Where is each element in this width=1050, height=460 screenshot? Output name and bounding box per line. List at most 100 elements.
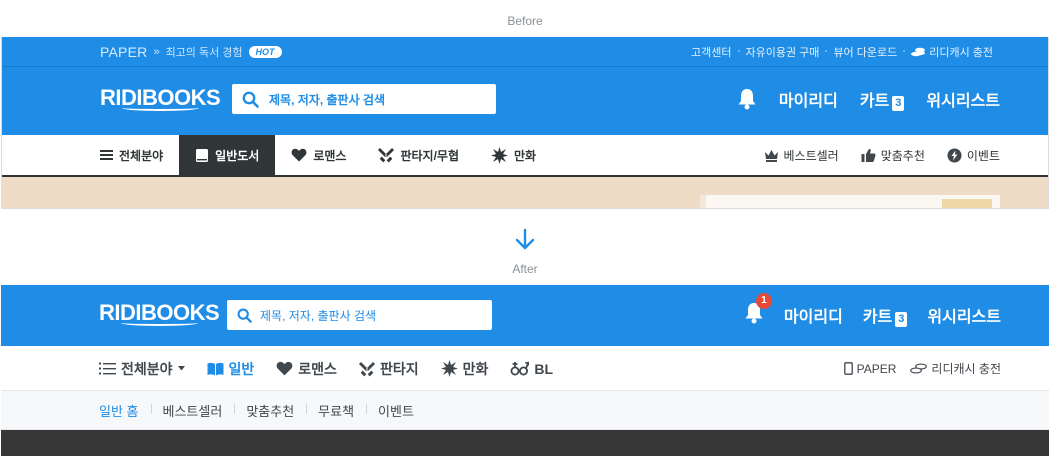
cart-link[interactable]: 카트 3: [863, 303, 908, 327]
lightning-icon: [947, 148, 962, 162]
chevron-icon: »: [153, 46, 160, 58]
tab-comics[interactable]: 만화: [440, 359, 489, 379]
recommend-link[interactable]: 맞춤추천: [861, 147, 925, 164]
before-caption: Before: [507, 14, 543, 28]
notification-count-badge: 1: [755, 292, 772, 309]
header: RIDIBOOKS 제목, 저자, 출판사 검색 1 마이리디 카트 3 위시리스…: [1, 285, 1049, 346]
tab-all-categories[interactable]: 전체분야: [100, 135, 179, 175]
recommend-label: 맞춤추천: [880, 148, 925, 163]
coins-icon: [911, 47, 926, 57]
ridibooks-logo[interactable]: RIDIBOOKS: [99, 300, 220, 326]
burst-icon: [440, 360, 458, 377]
tab-fantasy[interactable]: 판타지: [358, 359, 419, 379]
cash-charge-link[interactable]: 리디캐시 충전: [903, 44, 1000, 60]
paper-link[interactable]: PAPER: [843, 361, 897, 376]
wishlist-link[interactable]: 위시리스트: [926, 87, 1000, 111]
paper-label: PAPER: [856, 361, 897, 376]
tab-romance[interactable]: 로맨스: [276, 359, 337, 379]
search-input[interactable]: 제목, 저자, 출판사 검색: [227, 300, 492, 330]
cart-label: 카트: [859, 93, 890, 110]
arrow-down-icon: [515, 228, 535, 250]
event-label: 이벤트: [966, 148, 1000, 163]
search-icon: [242, 91, 259, 108]
tagline[interactable]: 최고의 독서 경험: [166, 44, 243, 60]
tab-label: 로맨스: [298, 360, 337, 377]
my-ridi-link[interactable]: 마이리디: [784, 303, 843, 327]
sub-nav: 일반 홈 베스트셀러 맞춤추천 무료책 이벤트: [1, 391, 1049, 430]
cart-label: 카트: [862, 309, 893, 326]
paper-brand-link[interactable]: PAPER: [100, 44, 147, 60]
device-icon: [843, 362, 853, 375]
top-bar: PAPER » 최고의 독서 경험 HOT 고객센터 자유이용권 구매 뷰어 다…: [2, 37, 1048, 67]
viewer-download-link[interactable]: 뷰어 다운로드: [825, 44, 904, 60]
tab-all-categories[interactable]: 전체분야: [99, 359, 185, 379]
tab-general-books[interactable]: 일반도서: [179, 135, 276, 175]
cash-charge-label: 리디캐시 충전: [929, 47, 993, 59]
tab-label: 만화: [462, 360, 489, 377]
banner-thumbnail: [942, 199, 992, 208]
book-icon: [196, 148, 209, 162]
after-screenshot: RIDIBOOKS 제목, 저자, 출판사 검색 1 마이리디 카트 3 위시리스…: [1, 285, 1049, 456]
heart-icon: [291, 148, 307, 162]
crown-icon: [764, 149, 778, 162]
tab-label: 일반도서: [215, 148, 260, 163]
bestseller-link[interactable]: 베스트셀러: [764, 147, 839, 164]
tab-label: BL: [534, 360, 554, 377]
banner-card[interactable]: [700, 195, 1000, 208]
cash-charge-link[interactable]: 리디캐시 충전: [910, 360, 1001, 377]
header: RIDIBOOKS 제목, 저자, 출판사 검색 마이리디 카트 3 위시리스트: [2, 67, 1048, 135]
subnav-bestseller[interactable]: 베스트셀러: [150, 401, 235, 420]
before-screenshot: PAPER » 최고의 독서 경험 HOT 고객센터 자유이용권 구매 뷰어 다…: [1, 37, 1049, 209]
cash-charge-label: 리디캐시 충전: [931, 362, 1001, 376]
cart-count-badge: 3: [895, 312, 908, 327]
search-placeholder: 제목, 저자, 출판사 검색: [260, 308, 377, 323]
cart-link[interactable]: 카트 3: [860, 87, 905, 111]
tab-bl[interactable]: BL: [510, 361, 553, 377]
notification-button[interactable]: 1: [744, 292, 772, 329]
tab-label: 전체분야: [121, 360, 173, 377]
subnav-general-home[interactable]: 일반 홈: [99, 401, 151, 420]
tab-general[interactable]: 일반: [207, 359, 255, 379]
burst-icon: [491, 146, 509, 164]
open-book-icon: [207, 362, 224, 375]
subnav-recommend[interactable]: 맞춤추천: [234, 401, 306, 420]
tab-label: 로맨스: [313, 148, 347, 163]
tab-fantasy[interactable]: 판타지/무협: [362, 135, 475, 175]
tab-label: 일반: [228, 360, 255, 377]
subnav-event[interactable]: 이벤트: [366, 401, 426, 420]
swords-icon: [358, 361, 375, 376]
search-icon: [237, 308, 252, 323]
gender-icon: [510, 361, 530, 375]
tab-label: 만화: [514, 148, 537, 163]
tab-label: 판타지/무협: [400, 148, 460, 163]
coins-icon: [910, 363, 928, 374]
heart-icon: [276, 361, 293, 376]
tab-label: 판타지: [379, 360, 419, 377]
my-ridi-link[interactable]: 마이리디: [779, 87, 838, 111]
swords-icon: [378, 148, 395, 163]
tab-romance[interactable]: 로맨스: [275, 135, 362, 175]
event-link[interactable]: 이벤트: [947, 147, 1000, 164]
hot-badge: HOT: [248, 46, 282, 58]
banner-area: [2, 177, 1048, 208]
thumbs-up-icon: [861, 148, 876, 162]
tab-label: 전체분야: [119, 148, 164, 163]
list-icon: [99, 362, 116, 375]
customer-center-link[interactable]: 고객센터: [684, 44, 738, 60]
tab-comics[interactable]: 만화: [475, 135, 552, 175]
pass-purchase-link[interactable]: 자유이용권 구매: [737, 44, 827, 60]
category-nav: 전체분야 일반도서 로맨스 판타지/무협 만화 베스트셀러 맞춤추천 이벤트: [2, 135, 1048, 177]
search-placeholder: 제목, 저자, 출판사 검색: [269, 92, 386, 107]
cart-count-badge: 3: [892, 96, 905, 111]
caret-down-icon: [177, 366, 185, 371]
after-caption: After: [512, 262, 538, 276]
hamburger-icon: [100, 150, 113, 160]
subnav-free-books[interactable]: 무료책: [306, 401, 366, 420]
bell-icon[interactable]: [737, 88, 757, 110]
ridibooks-logo[interactable]: RIDIBOOKS: [100, 85, 221, 111]
wishlist-link[interactable]: 위시리스트: [927, 303, 1001, 327]
search-input[interactable]: 제목, 저자, 출판사 검색: [232, 84, 496, 114]
banner-area: [1, 430, 1049, 456]
category-nav: 전체분야 일반 로맨스 판타지 만화 BL PAPER 리디캐시 충전: [1, 346, 1049, 391]
bestseller-label: 베스트셀러: [783, 148, 839, 163]
